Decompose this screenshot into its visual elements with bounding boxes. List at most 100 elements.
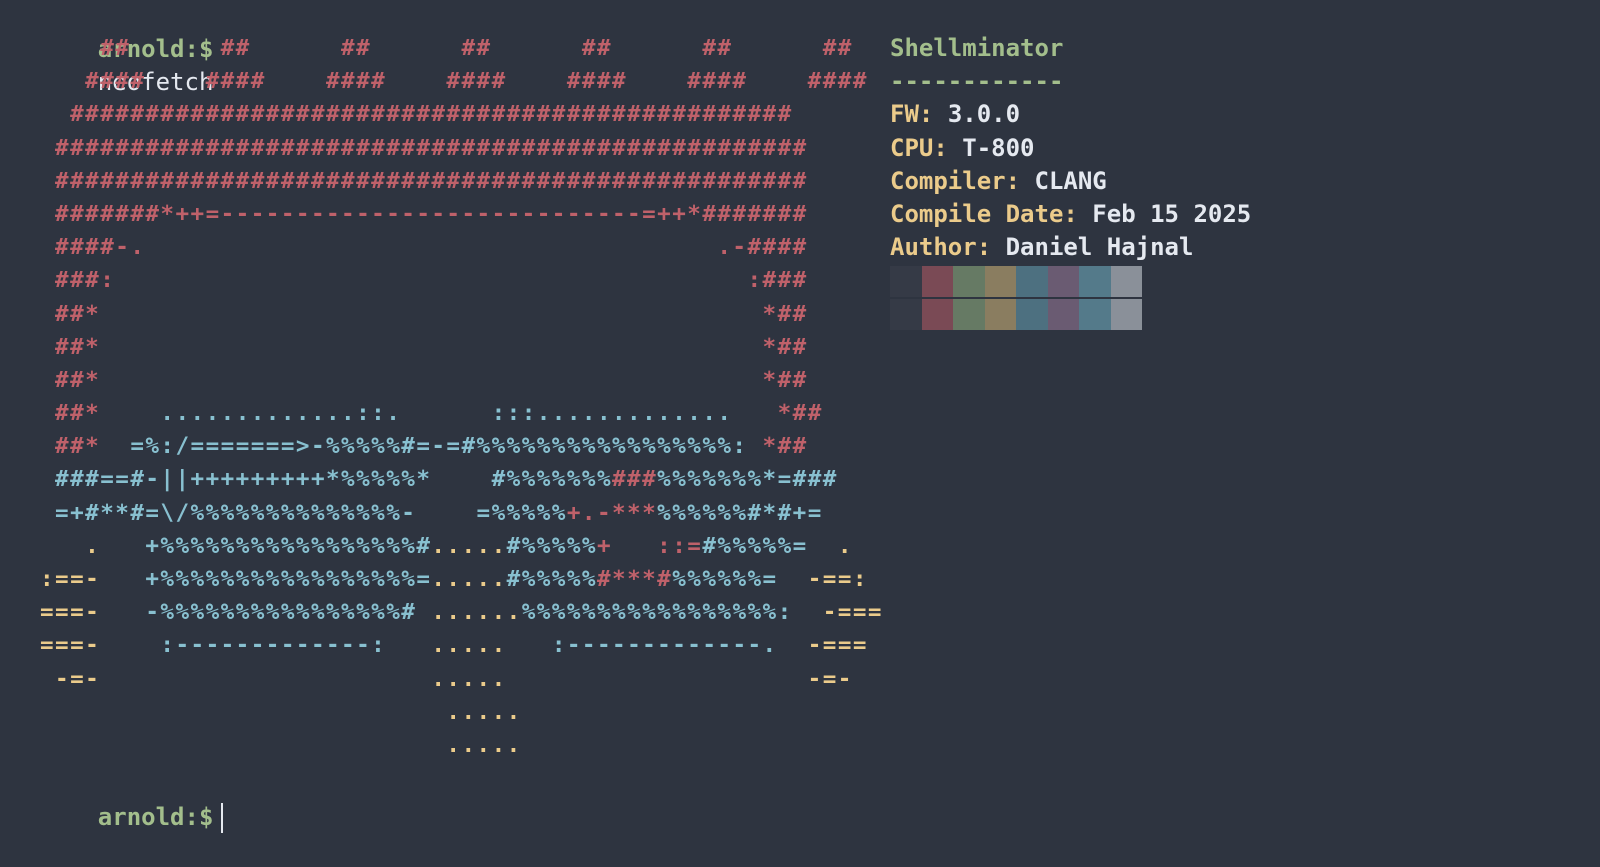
logo-line: ##* *## [40, 298, 883, 331]
logo-line: ..... [40, 729, 883, 762]
logo-line: ## ## ## ## ## ## ## [40, 32, 883, 65]
prompt-line[interactable]: arnold:$ [40, 768, 224, 867]
color-swatch [921, 299, 953, 330]
info-row-compile-date: Compile Date: Feb 15 2025 [890, 198, 1251, 231]
palette-row [890, 266, 1142, 297]
info-value: 3.0.0 [947, 100, 1021, 129]
logo-segment: =%:/=======>-%%%%%#=-=#%%%%%%%%%%%%%%%%%… [100, 433, 763, 460]
logo-segment: #### #### #### #### #### #### #### [40, 68, 868, 95]
logo-segment: -==: [777, 566, 868, 592]
logo-line: -=- ..... -=- [40, 663, 883, 696]
logo-segment: ..... [431, 566, 507, 592]
info-key: Author: [890, 233, 992, 262]
logo-line: . +%%%%%%%%%%%%%%%%%#.....#%%%%%+ ::=#%%… [40, 530, 883, 563]
logo-line: ===- :-------------: ..... :------------… [40, 629, 883, 662]
logo-segment: .............::. :::............. [100, 400, 733, 427]
color-swatch [1016, 266, 1048, 297]
logo-segment: ..... [40, 731, 522, 758]
color-swatch [953, 299, 985, 330]
palette-row [890, 299, 1142, 330]
logo-segment: %%%%%%= [672, 566, 778, 592]
logo-line: ###: :### [40, 264, 883, 297]
logo-line: #######*++=----------------------------=… [40, 198, 883, 231]
logo-segment: ###==#-||+++++++++*%%%%%* #%%%%%%% [40, 466, 612, 493]
info-title: Shellminator [890, 34, 1064, 62]
logo-segment: -=== [777, 632, 868, 659]
color-swatch [1016, 299, 1048, 330]
logo-segment: ########################################… [40, 101, 793, 128]
logo-line: ##* =%:/=======>-%%%%%#=-=#%%%%%%%%%%%%%… [40, 430, 883, 463]
logo-segment: *## [762, 433, 808, 460]
logo-segment: ###: :### [40, 267, 808, 294]
logo-segment: ..... [40, 698, 522, 725]
terminal-window[interactable]: arnold:$ neofetch ## ## ## ## ## ## ## #… [0, 0, 1600, 833]
logo-segment: +.-*** [566, 499, 658, 526]
logo-line: ##* .............::. :::............. *#… [40, 397, 883, 430]
logo-segment: ########################################… [40, 167, 808, 194]
info-row-cpu: CPU: T-800 [890, 132, 1251, 165]
logo-line: =+#**#=\/%%%%%%%%%%%%%%- =%%%%%+.-***%%%… [40, 497, 883, 530]
logo-segment: +%%%%%%%%%%%%%%%%%# [145, 532, 432, 559]
logo-segment: ##* *## [40, 366, 808, 393]
logo-line: ..... [40, 696, 883, 729]
logo-segment: #%%%%%= [702, 532, 808, 559]
logo-segment: :==- [40, 566, 146, 592]
info-row-fw: FW: 3.0.0 [890, 98, 1251, 131]
logo-segment: +%%%%%%%%%%%%%%%%%= [145, 566, 432, 592]
text-cursor [221, 803, 224, 833]
logo-segment: ..... [431, 532, 507, 559]
logo-segment: . [40, 532, 146, 559]
logo-segment: ===- [40, 599, 146, 626]
color-swatch [1047, 299, 1079, 330]
logo-segment: ## ## ## ## ## ## ## [40, 35, 853, 61]
logo-segment: ### [612, 466, 658, 493]
color-swatch [953, 266, 985, 297]
logo-segment: =+#**#=\/%%%%%%%%%%%%%%- =%%%%% [40, 499, 567, 526]
prompt-user: arnold:$ [97, 803, 214, 831]
logo-segment: ===- [40, 632, 161, 659]
color-swatch [921, 266, 953, 297]
logo-line: #### #### #### #### #### #### #### [40, 65, 883, 98]
logo-segment: -%%%%%%%%%%%%%%%%# [145, 599, 417, 626]
color-swatch [1110, 266, 1142, 297]
color-swatch [1110, 299, 1142, 330]
info-key: CPU: [890, 133, 948, 162]
logo-segment: ..... [386, 632, 552, 659]
info-row-compiler: Compiler: CLANG [890, 165, 1251, 198]
logo-segment: #%%%%% [506, 532, 597, 559]
logo-segment: ...... [416, 599, 522, 626]
info-value: T-800 [962, 133, 1035, 162]
color-swatch [984, 299, 1016, 330]
color-swatch [1079, 299, 1111, 330]
logo-line: ##* *## [40, 364, 883, 397]
info-value: Feb 15 2025 [1092, 199, 1252, 228]
color-swatch [890, 266, 922, 297]
logo-line: ===- -%%%%%%%%%%%%%%%%# ......%%%%%%%%%%… [40, 596, 883, 629]
logo-segment: #######*++=----------------------------=… [40, 200, 808, 227]
logo-segment: *## [732, 400, 823, 427]
logo-segment: -=- ..... -=- [40, 665, 853, 692]
logo-line: ####-. .-#### [40, 231, 883, 264]
logo-segment: ####-. .-#### [40, 234, 808, 261]
color-swatch [984, 266, 1016, 297]
logo-segment: . [807, 532, 853, 559]
logo-line: ########################################… [40, 132, 883, 165]
logo-segment: ##* *## [40, 333, 808, 360]
info-key: Compiler: [890, 166, 1021, 195]
logo-segment: #***# [596, 566, 673, 592]
color-palette [890, 266, 1142, 332]
logo-segment: ########################################… [40, 134, 808, 161]
logo-segment: -=== [807, 599, 883, 626]
logo-line: ########################################… [40, 98, 883, 131]
info-key: Compile Date: [890, 199, 1078, 228]
logo-line: ##* *## [40, 331, 883, 364]
ascii-logo: ## ## ## ## ## ## ## #### #### #### ####… [40, 32, 883, 762]
logo-segment: %%%%%%%*=### [657, 466, 838, 493]
logo-segment: + ::= [596, 532, 703, 559]
logo-segment: %%%%%%#*#+= [657, 499, 823, 526]
logo-segment: :-------------. [551, 632, 778, 659]
color-swatch [1047, 266, 1079, 297]
logo-line: :==- +%%%%%%%%%%%%%%%%%=.....#%%%%%#***#… [40, 563, 883, 596]
info-value: CLANG [1034, 166, 1107, 195]
logo-segment: ##* *## [40, 300, 808, 327]
